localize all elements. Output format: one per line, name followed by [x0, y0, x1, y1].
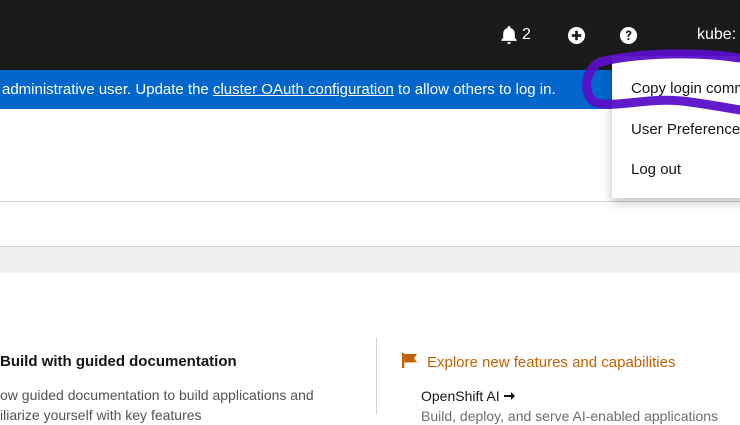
- guided-docs-desc-line2: iliarize yourself with key features: [0, 407, 202, 423]
- copy-login-command-item[interactable]: Copy login comm: [631, 80, 740, 97]
- user-label: kube:: [697, 26, 737, 43]
- question-circle-icon: [619, 26, 638, 45]
- help-button[interactable]: [619, 24, 638, 46]
- banner-text-after: to allow others to log in.: [393, 81, 556, 98]
- plus-circle-icon: [567, 26, 586, 45]
- flag-icon: [402, 353, 418, 372]
- guided-docs-desc-line1: ow guided documentation to build applica…: [0, 387, 314, 403]
- guided-docs-title: Build with guided documentation: [0, 353, 237, 370]
- arrow-right-icon: [503, 388, 515, 404]
- notifications-button[interactable]: 2: [500, 24, 531, 46]
- explore-features-title-text: Explore new features and capabilities: [427, 354, 676, 371]
- log-out-item[interactable]: Log out: [631, 161, 681, 178]
- banner-text-before: administrative user. Update the: [2, 81, 213, 98]
- openshift-ai-desc: Build, deploy, and serve AI-enabled appl…: [421, 408, 719, 424]
- section-header-band: [0, 246, 740, 273]
- explore-features-title: Explore new features and capabilities: [402, 353, 675, 372]
- openshift-ai-link[interactable]: OpenShift AI: [421, 388, 515, 404]
- user-menu-toggle[interactable]: kube:: [697, 24, 736, 46]
- card-divider: [376, 338, 377, 414]
- user-preferences-item[interactable]: User Preference: [631, 121, 740, 138]
- bell-icon: [500, 25, 518, 45]
- notifications-count: 2: [522, 26, 531, 43]
- user-dropdown-menu: Copy login comm User Preference Log out: [612, 56, 740, 198]
- cluster-oauth-link[interactable]: cluster OAuth configuration: [213, 81, 394, 98]
- section-divider: [0, 201, 740, 202]
- openshift-ai-link-text: OpenShift AI: [421, 388, 500, 404]
- quick-create-button[interactable]: [567, 24, 586, 46]
